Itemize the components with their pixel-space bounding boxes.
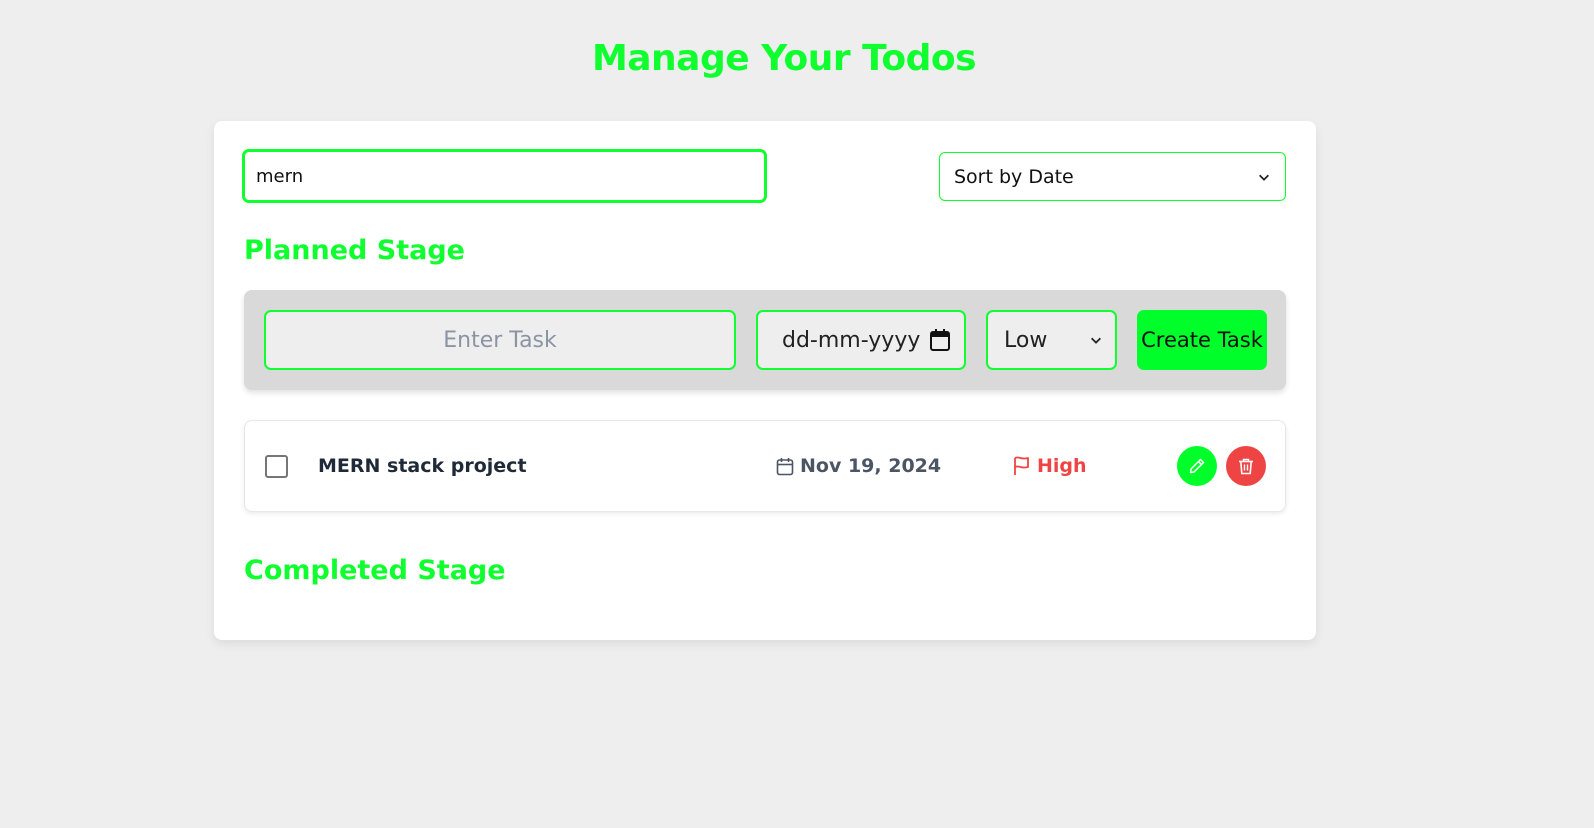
task-row: MERN stack project Nov 19, 2024 High xyxy=(244,420,1286,512)
create-task-form: dd-mm-yyyy Low Create Task xyxy=(244,290,1286,390)
planned-stage-title: Planned Stage xyxy=(244,235,465,266)
sort-select[interactable]: Sort by Date xyxy=(939,152,1286,201)
priority-select-value: Low xyxy=(1004,327,1048,353)
create-task-button[interactable]: Create Task xyxy=(1137,310,1267,370)
page-title: Manage Your Todos xyxy=(591,38,977,79)
task-due-date: Nov 19, 2024 xyxy=(776,455,941,477)
task-complete-checkbox[interactable] xyxy=(265,455,288,478)
task-title: MERN stack project xyxy=(318,455,527,477)
task-priority: High xyxy=(1013,455,1087,477)
task-priority-text: High xyxy=(1037,455,1087,477)
date-placeholder: dd-mm-yyyy xyxy=(782,327,921,353)
delete-task-button[interactable] xyxy=(1226,446,1266,486)
search-input[interactable] xyxy=(242,149,767,203)
priority-select[interactable]: Low xyxy=(986,310,1117,370)
pencil-icon xyxy=(1189,458,1205,474)
sort-select-value: Sort by Date xyxy=(954,165,1074,188)
todo-card: Sort by Date Planned Stage dd-mm-yyyy Lo… xyxy=(214,121,1316,640)
completed-stage-title: Completed Stage xyxy=(244,555,506,586)
calendar-icon[interactable] xyxy=(930,329,950,351)
edit-task-button[interactable] xyxy=(1177,446,1217,486)
task-name-input[interactable] xyxy=(264,310,736,370)
calendar-icon xyxy=(776,457,794,475)
chevron-down-icon xyxy=(1091,337,1101,344)
task-due-date-text: Nov 19, 2024 xyxy=(800,455,942,477)
flag-icon xyxy=(1014,456,1029,475)
chevron-down-icon xyxy=(1259,174,1269,181)
due-date-input[interactable]: dd-mm-yyyy xyxy=(756,310,966,370)
trash-icon xyxy=(1239,458,1253,474)
